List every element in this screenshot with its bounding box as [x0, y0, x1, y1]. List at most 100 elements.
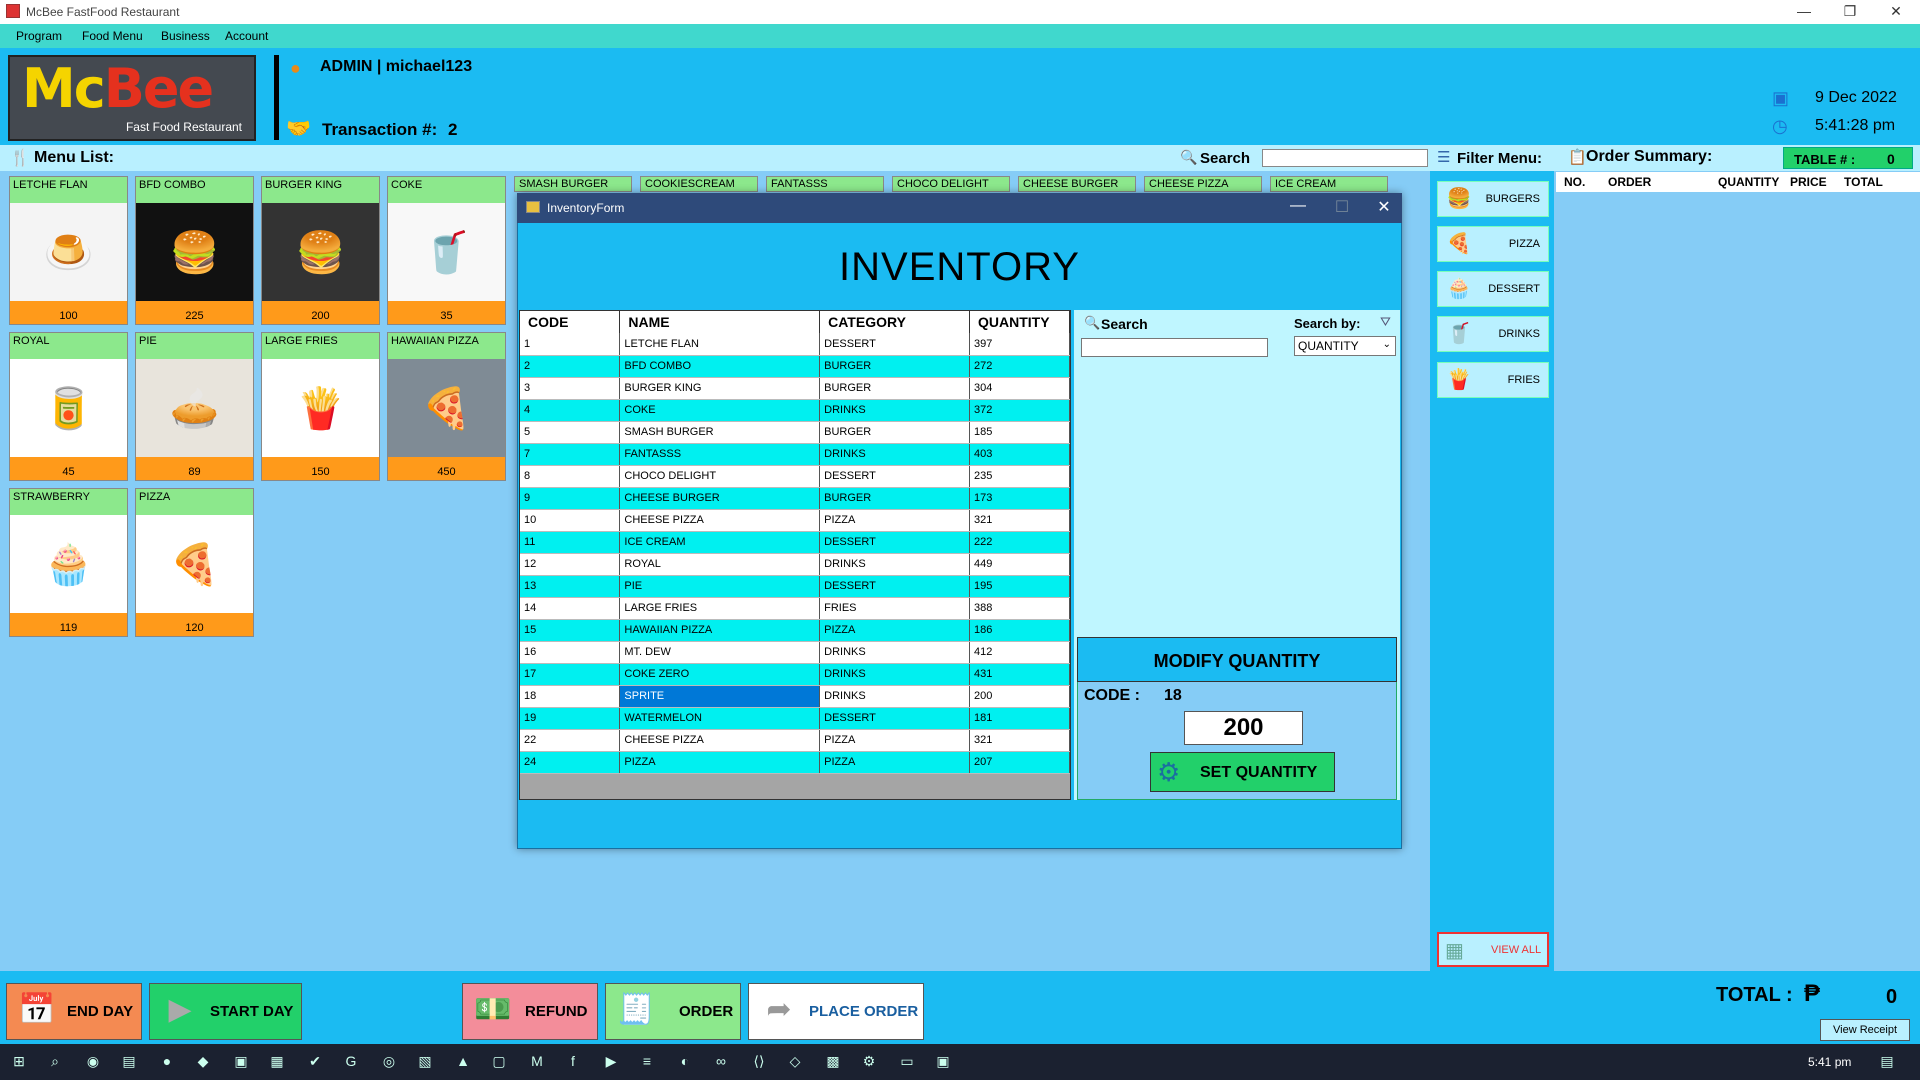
table-cell[interactable]: 9 [520, 487, 621, 510]
table-cell[interactable]: 15 [520, 619, 621, 642]
table-cell[interactable]: 200 [969, 685, 1070, 708]
table-row[interactable]: 7 FANTASSS DRINKS 403 [520, 443, 1070, 466]
table-cell[interactable]: 19 [520, 707, 621, 730]
table-cell[interactable]: 14 [520, 597, 621, 620]
table-cell[interactable]: FANTASSS [619, 443, 821, 466]
table-row[interactable]: 22 CHEESE PIZZA PIZZA 321 [520, 729, 1070, 752]
table-row[interactable]: 4 COKE DRINKS 372 [520, 399, 1070, 422]
table-cell[interactable]: 10 [520, 509, 621, 532]
table-cell[interactable]: DRINKS [819, 685, 970, 708]
menu-search-input[interactable] [1262, 149, 1428, 167]
inventory-table[interactable]: CODE NAME CATEGORY QUANTITY 1 LETCHE FLAN… [519, 310, 1071, 800]
filter-burgers-button[interactable]: 🍔 BURGERS [1437, 181, 1549, 217]
table-cell[interactable]: 2 [520, 355, 621, 378]
table-cell[interactable]: COKE ZERO [619, 663, 821, 686]
taskbar-app-icon[interactable]: ◎ [378, 1053, 400, 1071]
table-cell[interactable]: DRINKS [819, 663, 970, 686]
taskbar-app-icon[interactable]: ▦ [266, 1053, 288, 1071]
table-cell[interactable]: 195 [969, 575, 1070, 598]
taskbar-app-icon[interactable]: ▲ [452, 1053, 474, 1071]
table-cell[interactable]: 1 [520, 333, 621, 356]
end-day-button[interactable]: 📅 END DAY [6, 983, 142, 1040]
table-row[interactable]: 15 HAWAIIAN PIZZA PIZZA 186 [520, 619, 1070, 642]
menu-tab-smash-burger[interactable]: SMASH BURGER [514, 176, 632, 192]
table-row[interactable]: 8 CHOCO DELIGHT DESSERT 235 [520, 465, 1070, 488]
table-cell[interactable]: 207 [969, 751, 1070, 774]
taskbar-search-icon[interactable]: ⌕ [44, 1053, 66, 1071]
inventory-minimize-icon[interactable]: — [1283, 197, 1313, 215]
table-cell[interactable]: PIZZA [819, 509, 970, 532]
menu-card-pie[interactable]: PIE 🥧 89 [135, 332, 254, 481]
table-cell[interactable]: HAWAIIAN PIZZA [619, 619, 821, 642]
table-row[interactable]: 2 BFD COMBO BURGER 272 [520, 355, 1070, 378]
taskbar-app-icon[interactable]: ▣ [230, 1053, 252, 1071]
menu-program[interactable]: Program [16, 29, 62, 43]
table-cell[interactable]: 7 [520, 443, 621, 466]
table-row[interactable]: 5 SMASH BURGER BURGER 185 [520, 421, 1070, 444]
table-cell[interactable]: SPRITE [619, 685, 821, 708]
table-cell[interactable]: DESSERT [819, 531, 970, 554]
notification-icon[interactable]: ▤ [1876, 1053, 1898, 1071]
taskbar-app-icon[interactable]: ⚙ [858, 1053, 880, 1071]
taskbar-app-icon[interactable]: ◇ [784, 1053, 806, 1071]
order-button[interactable]: 🧾 ORDER [605, 983, 741, 1040]
table-cell[interactable]: 4 [520, 399, 621, 422]
taskbar-app-icon[interactable]: ◆ [192, 1053, 214, 1071]
table-cell[interactable]: 3 [520, 377, 621, 400]
table-row[interactable]: 19 WATERMELON DESSERT 181 [520, 707, 1070, 730]
menu-account[interactable]: Account [225, 29, 268, 43]
table-cell[interactable]: 22 [520, 729, 621, 752]
column-header-name[interactable]: NAME [619, 311, 821, 333]
table-cell[interactable]: FRIES [819, 597, 970, 620]
view-receipt-button[interactable]: View Receipt [1820, 1019, 1910, 1041]
table-cell[interactable]: PIZZA [819, 751, 970, 774]
column-header-quantity[interactable]: QUANTITY [969, 311, 1070, 333]
table-cell[interactable]: DRINKS [819, 443, 970, 466]
menu-card-hawaiian-pizza[interactable]: HAWAIIAN PIZZA 🍕 450 [387, 332, 506, 481]
table-cell[interactable]: BURGER KING [619, 377, 821, 400]
search-by-select[interactable]: QUANTITY ⌄ [1294, 336, 1396, 356]
menu-tab-cheese-burger[interactable]: CHEESE BURGER [1018, 176, 1136, 192]
filter-drinks-button[interactable]: 🥤 DRINKS [1437, 316, 1549, 352]
table-cell[interactable]: DESSERT [819, 465, 970, 488]
table-cell[interactable]: 185 [969, 421, 1070, 444]
table-cell[interactable]: 17 [520, 663, 621, 686]
quantity-input[interactable]: 200 [1184, 711, 1303, 745]
table-cell[interactable]: 397 [969, 333, 1070, 356]
minimize-icon[interactable]: — [1784, 3, 1824, 19]
inventory-search-input[interactable] [1081, 338, 1268, 357]
restore-icon[interactable]: ❐ [1830, 3, 1870, 20]
taskbar-app-icon[interactable]: ▤ [118, 1053, 140, 1071]
table-cell[interactable]: 24 [520, 751, 621, 774]
table-cell[interactable]: LETCHE FLAN [619, 333, 821, 356]
taskbar-app-icon[interactable]: ▩ [822, 1053, 844, 1071]
table-cell[interactable]: 412 [969, 641, 1070, 664]
table-cell[interactable]: 11 [520, 531, 621, 554]
taskbar-app-icon[interactable]: ✔ [304, 1053, 326, 1071]
table-cell[interactable]: CHEESE PIZZA [619, 729, 821, 752]
table-cell[interactable]: DESSERT [819, 575, 970, 598]
table-cell[interactable]: 13 [520, 575, 621, 598]
taskbar-app-icon[interactable]: ⟨⟩ [748, 1053, 770, 1071]
table-cell[interactable]: 8 [520, 465, 621, 488]
table-cell[interactable]: BURGER [819, 487, 970, 510]
menu-tab-cheese-pizza[interactable]: CHEESE PIZZA [1144, 176, 1262, 192]
table-cell[interactable]: BFD COMBO [619, 355, 821, 378]
table-cell[interactable]: DESSERT [819, 333, 970, 356]
menu-tab-choco-delight[interactable]: CHOCO DELIGHT [892, 176, 1010, 192]
menu-card-burger-king[interactable]: BURGER KING 🍔 200 [261, 176, 380, 325]
table-cell[interactable]: BURGER [819, 421, 970, 444]
table-row[interactable]: 3 BURGER KING BURGER 304 [520, 377, 1070, 400]
table-cell[interactable]: 16 [520, 641, 621, 664]
table-cell[interactable]: 372 [969, 399, 1070, 422]
menu-card-large-fries[interactable]: LARGE FRIES 🍟 150 [261, 332, 380, 481]
table-cell[interactable]: 403 [969, 443, 1070, 466]
table-cell[interactable]: MT. DEW [619, 641, 821, 664]
table-cell[interactable]: 304 [969, 377, 1070, 400]
table-cell[interactable]: SMASH BURGER [619, 421, 821, 444]
column-header-code[interactable]: CODE [520, 311, 621, 333]
filter-fries-button[interactable]: 🍟 FRIES [1437, 362, 1549, 398]
taskbar-app-icon[interactable]: ∞ [710, 1053, 732, 1071]
table-cell[interactable]: ROYAL [619, 553, 821, 576]
table-row[interactable]: 14 LARGE FRIES FRIES 388 [520, 597, 1070, 620]
